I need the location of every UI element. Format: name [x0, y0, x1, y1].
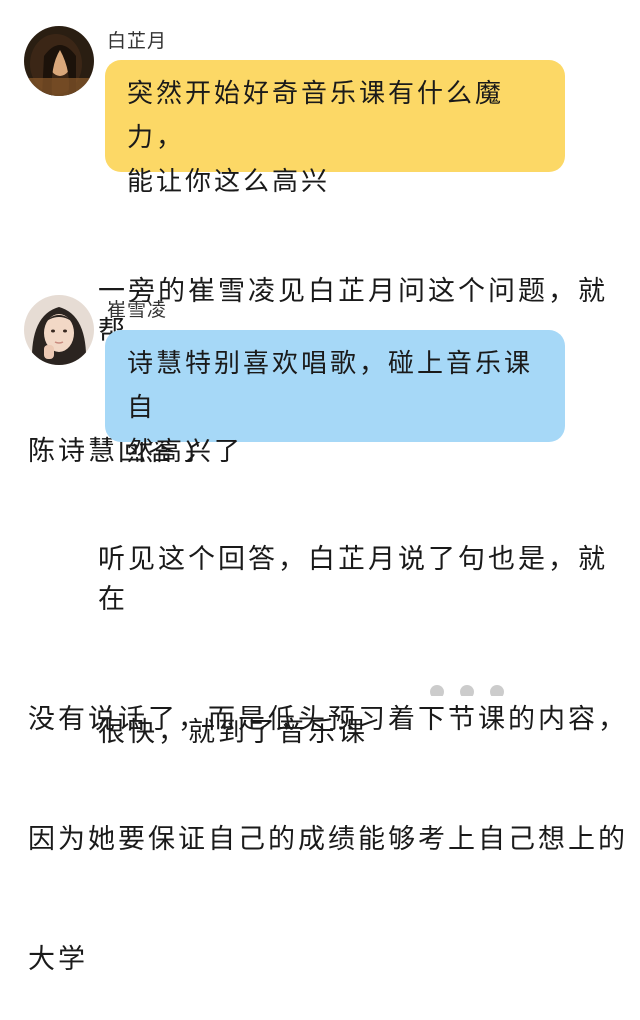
watermark-icon: [430, 684, 630, 696]
bubble-line: 诗慧特别喜欢唱歌，碰上音乐课自: [127, 349, 534, 423]
narration-paragraph: 很快，就到了音乐课: [28, 633, 628, 793]
speaker-name: 白芷月: [107, 30, 168, 52]
narration-line: 听见这个回答，白芷月说了句也是，就在: [98, 544, 608, 615]
speaker-name: 崔雪凌: [107, 299, 168, 321]
narration-line: 很快，就到了音乐课: [98, 717, 368, 748]
chat-bubble: 诗慧特别喜欢唱歌，碰上音乐课自 然高兴了: [105, 330, 565, 467]
chat-bubble: 突然开始好奇音乐课有什么魔力， 能让你这么高兴: [105, 60, 565, 197]
avatar-girl-portrait-icon: [24, 295, 94, 365]
avatar-girl-dark-hair-icon: [24, 26, 94, 96]
bubble-line: 突然开始好奇音乐课有什么魔力，: [127, 79, 505, 153]
narration-line: 因为她要保证自己的成绩能够考上自己想上的: [28, 824, 628, 855]
narration-line: 大学: [28, 944, 88, 975]
